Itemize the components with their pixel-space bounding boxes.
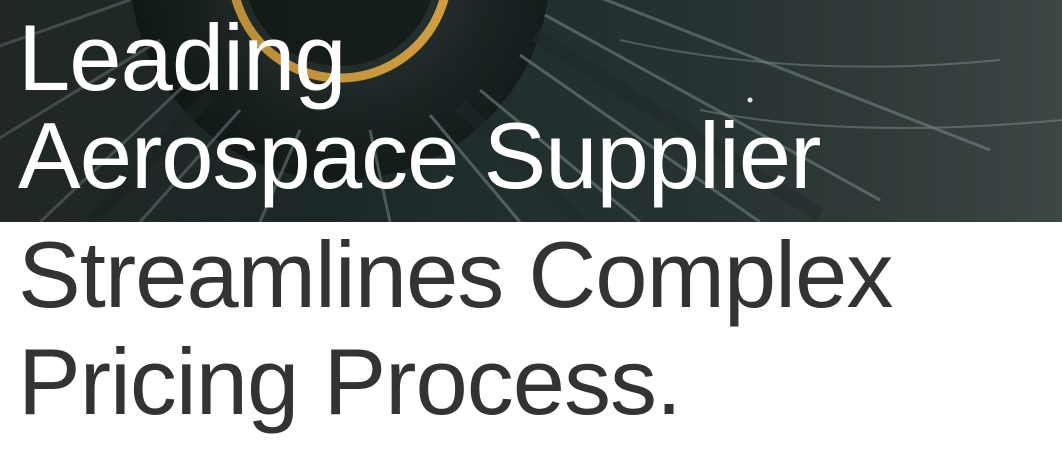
headline-line-4: Pricing Process. bbox=[18, 329, 682, 434]
headline-line-2: Aerospace Supplier bbox=[18, 103, 821, 208]
page: Leading Aerospace Supplier Streamlines C… bbox=[0, 0, 1062, 451]
headline-line-1: Leading bbox=[18, 5, 347, 110]
headline-line-3: Streamlines Complex bbox=[18, 222, 893, 327]
